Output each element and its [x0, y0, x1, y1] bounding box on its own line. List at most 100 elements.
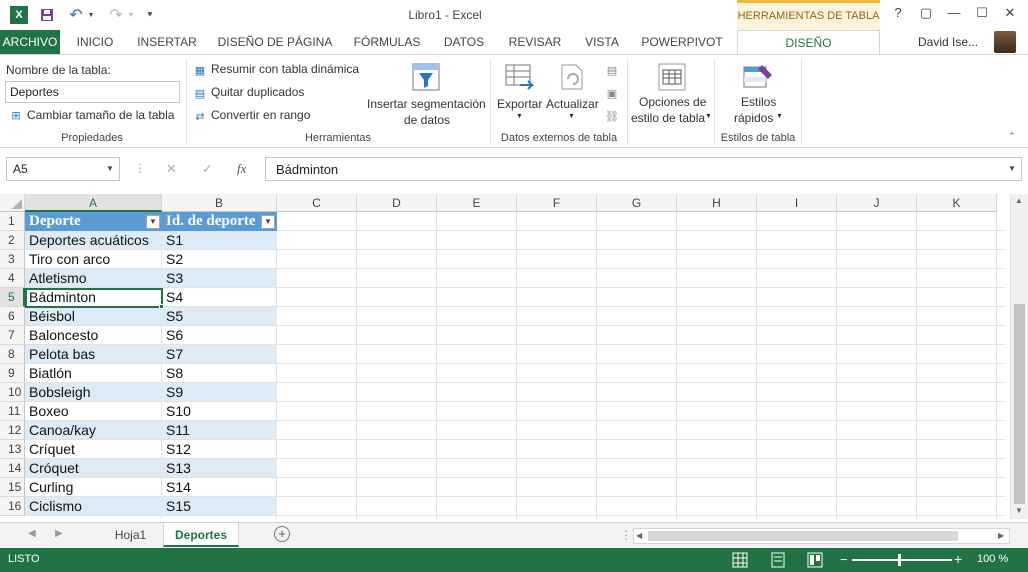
row-header[interactable]: 2	[0, 231, 25, 250]
table-cell[interactable]: S2	[162, 250, 277, 269]
next-sheet-icon[interactable]: ▶	[55, 528, 63, 539]
column-header-f[interactable]: F	[517, 194, 597, 212]
table-cell[interactable]: S6	[162, 326, 277, 345]
formula-input[interactable]: Bádminton	[265, 157, 1022, 181]
column-header-c[interactable]: C	[277, 194, 357, 212]
table-cell[interactable]: S1	[162, 231, 277, 250]
export-dropdown-icon[interactable]: ▼	[516, 113, 523, 120]
table-header-cell[interactable]: Deporte	[25, 212, 162, 231]
cancel-icon[interactable]: ✕	[166, 161, 177, 177]
maximize-button[interactable]: ☐	[970, 5, 994, 25]
style-options-icon[interactable]	[656, 61, 688, 93]
slicer-icon[interactable]	[410, 61, 442, 93]
table-cell[interactable]: S13	[162, 459, 277, 478]
row-header[interactable]: 9	[0, 364, 25, 383]
column-header-k[interactable]: K	[917, 194, 997, 212]
row-header[interactable]: 5	[0, 288, 25, 307]
select-all-corner[interactable]	[0, 194, 25, 212]
tab-diseno-pagina[interactable]: DISEÑO DE PÁGINA	[212, 30, 338, 54]
table-cell[interactable]: S3	[162, 269, 277, 288]
export-button[interactable]: Exportar	[497, 97, 542, 111]
row-header[interactable]: 15	[0, 478, 25, 497]
slicer-label-line1[interactable]: Insertar segmentación	[367, 97, 486, 111]
table-name-input[interactable]: Deportes	[5, 81, 180, 103]
name-box-dropdown-icon[interactable]: ▼	[106, 164, 114, 173]
table-cell[interactable]: Deportes acuáticos	[25, 231, 162, 250]
row-header[interactable]: 10	[0, 383, 25, 402]
row-header[interactable]: 1	[0, 212, 25, 231]
close-button[interactable]: ✕	[998, 5, 1022, 25]
properties-icon[interactable]: ▤	[605, 63, 619, 77]
zoom-level[interactable]: 100 %	[977, 553, 1008, 565]
table-cell[interactable]: S4	[162, 288, 277, 307]
row-header[interactable]: 3	[0, 250, 25, 269]
quick-styles-icon[interactable]	[742, 61, 774, 93]
refresh-button[interactable]: Actualizar	[546, 97, 599, 111]
column-header-e[interactable]: E	[437, 194, 517, 212]
table-cell[interactable]: S15	[162, 497, 277, 516]
table-cell[interactable]: S14	[162, 478, 277, 497]
column-header-b[interactable]: B	[162, 194, 277, 212]
pivot-summary-button[interactable]: Resumir con tabla dinámica	[211, 62, 359, 76]
vertical-scrollbar[interactable]: ▲ ▼	[1010, 194, 1028, 519]
help-button[interactable]: ?	[886, 5, 910, 25]
refresh-icon[interactable]	[556, 61, 588, 93]
table-cell[interactable]: S8	[162, 364, 277, 383]
avatar[interactable]	[994, 31, 1016, 53]
table-cell[interactable]: S7	[162, 345, 277, 364]
user-name[interactable]: David Ise...	[918, 35, 978, 49]
scroll-up-icon[interactable]: ▲	[1015, 196, 1023, 205]
row-header[interactable]: 11	[0, 402, 25, 421]
page-break-preview-icon[interactable]	[807, 552, 823, 568]
row-header[interactable]: 13	[0, 440, 25, 459]
column-header-j[interactable]: J	[837, 194, 917, 212]
normal-view-icon[interactable]	[732, 552, 748, 568]
tab-inicio[interactable]: INICIO	[66, 30, 124, 54]
row-header[interactable]: 8	[0, 345, 25, 364]
collapse-ribbon-icon[interactable]: ⌃	[1008, 131, 1016, 142]
column-header-d[interactable]: D	[357, 194, 437, 212]
scroll-down-icon[interactable]: ▼	[1015, 506, 1023, 515]
name-box[interactable]: A5	[6, 157, 120, 181]
tab-vista[interactable]: VISTA	[576, 30, 628, 54]
row-header[interactable]: 4	[0, 269, 25, 288]
quick-styles-line2[interactable]: rápidos	[734, 111, 773, 125]
minimize-button[interactable]: —	[942, 5, 966, 25]
table-cell[interactable]: Bobsleigh	[25, 383, 162, 402]
row-header[interactable]: 12	[0, 421, 25, 440]
horizontal-scroll-thumb[interactable]	[648, 531, 958, 541]
filter-dropdown-icon[interactable]: ▼	[146, 215, 160, 229]
table-cell[interactable]: Béisbol	[25, 307, 162, 326]
column-header-i[interactable]: I	[757, 194, 837, 212]
remove-duplicates-button[interactable]: Quitar duplicados	[211, 85, 304, 99]
tab-powerpivot[interactable]: POWERPIVOT	[636, 30, 728, 54]
table-cell[interactable]: Canoa/kay	[25, 421, 162, 440]
table-cell[interactable]: Tiro con arco	[25, 250, 162, 269]
column-header-a[interactable]: A	[25, 194, 162, 212]
row-header[interactable]: 14	[0, 459, 25, 478]
table-cell[interactable]: Pelota bas	[25, 345, 162, 364]
table-cell[interactable]: S5	[162, 307, 277, 326]
resize-table-button[interactable]: Cambiar tamaño de la tabla	[27, 108, 174, 122]
zoom-in-icon[interactable]: +	[954, 551, 962, 567]
ribbon-display-button[interactable]: ▢	[914, 5, 938, 25]
scroll-right-icon[interactable]: ▶	[998, 531, 1004, 540]
tab-split-grip-icon[interactable]: ⋮	[620, 528, 632, 542]
vertical-scroll-thumb[interactable]	[1014, 304, 1025, 504]
tab-revisar[interactable]: REVISAR	[500, 30, 570, 54]
table-cell[interactable]: Atletismo	[25, 269, 162, 288]
scroll-left-icon[interactable]: ◀	[636, 531, 642, 540]
zoom-slider[interactable]	[852, 559, 952, 561]
zoom-out-icon[interactable]: −	[840, 552, 848, 567]
column-header-g[interactable]: G	[597, 194, 677, 212]
table-cell[interactable]: Baloncesto	[25, 326, 162, 345]
style-options-dropdown-icon[interactable]: ▼	[705, 113, 712, 120]
open-browser-icon[interactable]: ▣	[605, 86, 619, 100]
row-header[interactable]: 16	[0, 497, 25, 516]
expand-formula-bar-icon[interactable]: ▼	[1008, 164, 1016, 173]
sheet-tab-deportes[interactable]: Deportes	[163, 523, 239, 547]
worksheet-grid[interactable]: ABCDEFGHIJK 1 Deporte ▼ Id. de deporte ▼ 2 Dep…	[0, 194, 1028, 519]
unlink-icon[interactable]: ⛓	[605, 109, 619, 123]
convert-to-range-button[interactable]: Convertir en rango	[211, 108, 310, 122]
table-cell[interactable]: S9	[162, 383, 277, 402]
